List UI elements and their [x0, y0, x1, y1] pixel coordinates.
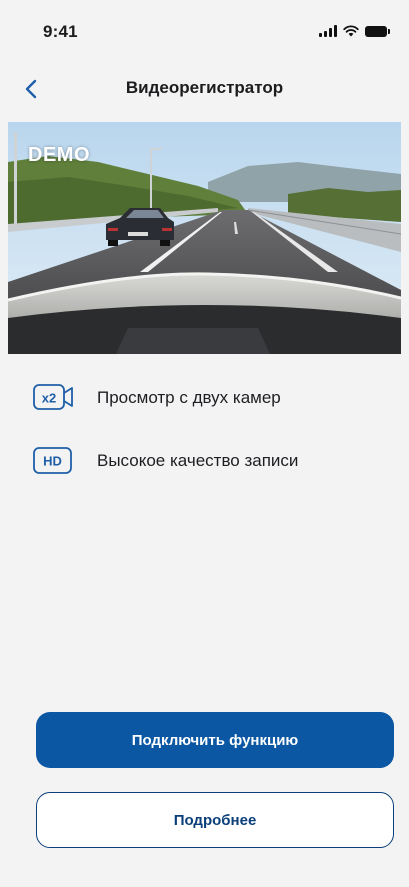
feature-label: Просмотр с двух камер — [97, 388, 281, 407]
cellular-signal-icon — [319, 25, 337, 37]
feature-list: x2 Просмотр с двух камер HD Высокое каче… — [33, 381, 393, 507]
hd-quality-icon-text: HD — [43, 454, 62, 469]
feature-item-dual-camera: x2 Просмотр с двух камер — [33, 381, 393, 415]
feature-item-hd-quality: HD Высокое качество записи — [33, 444, 393, 478]
demo-badge: DEMO — [28, 144, 90, 166]
feature-label: Высокое качество записи — [97, 451, 299, 470]
hd-quality-icon: HD — [33, 447, 72, 474]
status-icons — [319, 25, 390, 37]
navigation-bar: Видеорегистратор — [0, 64, 409, 116]
dual-camera-icon: x2 — [33, 384, 73, 410]
status-bar: 9:41 — [0, 0, 409, 64]
page-title: Видеорегистратор — [125, 78, 284, 97]
battery-icon — [365, 25, 390, 37]
more-details-button[interactable]: Подробнее — [36, 792, 394, 848]
connect-feature-button[interactable]: Подключить функцию — [36, 712, 394, 768]
dual-camera-icon-text: x2 — [42, 391, 56, 406]
dashcam-video-preview: DEMO — [8, 122, 401, 354]
status-time: 9:41 — [43, 22, 78, 41]
wifi-icon — [343, 25, 359, 37]
